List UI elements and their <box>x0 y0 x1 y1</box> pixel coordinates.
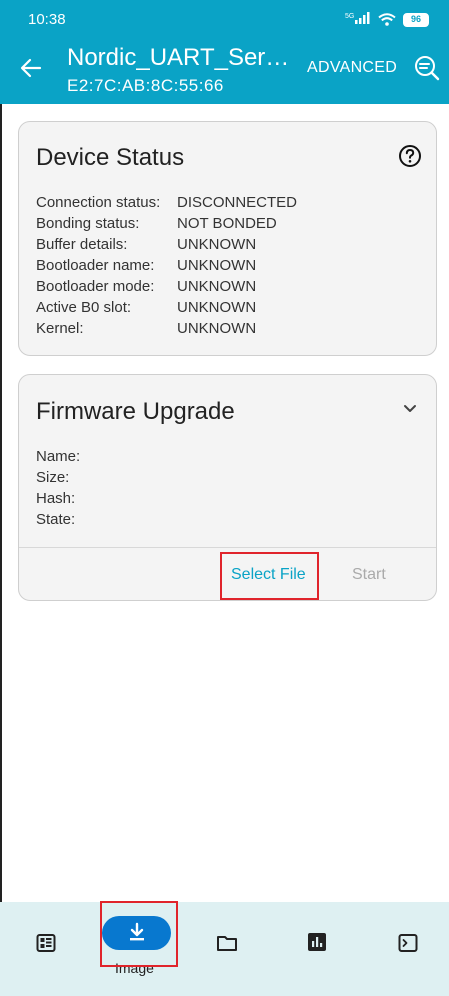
arrow-left-icon <box>20 58 42 78</box>
advanced-button[interactable]: ADVANCED <box>307 59 397 77</box>
buffer-details-value: UNKNOWN <box>177 236 257 253</box>
dashboard-icon <box>36 934 56 952</box>
help-circle-icon <box>399 145 421 167</box>
bootloader-name-value: UNKNOWN <box>177 257 257 274</box>
start-button[interactable]: Start <box>352 566 386 584</box>
status-icons: 5G 96 <box>345 11 429 28</box>
signal-icon: 5G <box>345 11 371 28</box>
firmware-hash-label: Hash: <box>36 490 76 507</box>
bonding-status-value: NOT BONDED <box>177 215 277 232</box>
nav-item-terminal[interactable] <box>380 902 436 996</box>
active-b0-slot-label: Active B0 slot: <box>36 299 132 316</box>
kernel-label: Kernel: <box>36 320 84 337</box>
firmware-size-label: Size: <box>36 469 70 486</box>
battery-icon: 96 <box>403 12 429 27</box>
expand-button[interactable] <box>402 402 418 414</box>
search-scan-icon <box>415 56 440 81</box>
scan-button[interactable] <box>413 54 441 82</box>
device-address: E2:7C:AB:8C:55:66 <box>67 76 224 95</box>
firmware-state-label: State: <box>36 511 76 528</box>
nav-item-stats[interactable] <box>290 902 346 996</box>
device-status-card: Device Status Connection status: DISCONN… <box>18 121 437 356</box>
buffer-details-label: Buffer details: <box>36 236 128 253</box>
bootloader-name-label: Bootloader name: <box>36 257 155 274</box>
screen-edge <box>0 104 2 904</box>
card-divider <box>19 547 436 548</box>
device-name: Nordic_UART_Ser… <box>67 44 290 71</box>
active-b0-slot-value: UNKNOWN <box>177 299 257 316</box>
select-file-highlight <box>220 552 319 600</box>
help-button[interactable] <box>398 144 422 168</box>
folder-icon <box>217 936 237 951</box>
firmware-name-label: Name: <box>36 448 81 465</box>
terminal-icon <box>398 934 418 952</box>
stats-icon <box>308 933 326 951</box>
device-status-title: Device Status <box>36 144 185 171</box>
nav-item-files[interactable] <box>200 902 256 996</box>
firmware-upgrade-title: Firmware Upgrade <box>36 398 235 425</box>
image-tab-highlight <box>100 901 178 967</box>
connection-status-value: DISCONNECTED <box>177 194 298 211</box>
back-button[interactable] <box>18 56 44 80</box>
kernel-value: UNKNOWN <box>177 320 257 337</box>
signal-type: 5G <box>345 13 354 20</box>
bottom-navigation: Image <box>0 902 449 996</box>
nav-item-dashboard[interactable] <box>18 902 74 996</box>
status-bar: 10:38 5G 96 <box>0 0 449 38</box>
bonding-status-label: Bonding status: <box>36 215 140 232</box>
status-time: 10:38 <box>28 11 66 28</box>
wifi-icon <box>378 13 396 26</box>
bootloader-mode-label: Bootloader mode: <box>36 278 155 295</box>
app-bar: 10:38 5G 96 Nordic_UART_Ser… E2:7C:AB:8C… <box>0 0 449 104</box>
chevron-down-icon <box>404 405 416 412</box>
bootloader-mode-value: UNKNOWN <box>177 278 257 295</box>
connection-status-label: Connection status: <box>36 194 161 211</box>
